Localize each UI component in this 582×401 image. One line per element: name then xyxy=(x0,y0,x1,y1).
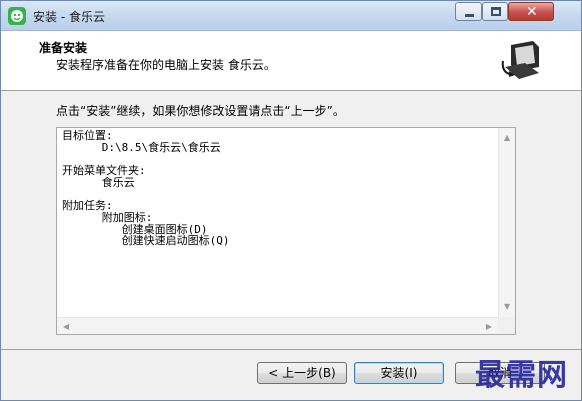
installer-window: 安装 - 食乐云 ✕ 准备安装 安装程序准备在你的电脑上安装 食乐云。 点击“安… xyxy=(0,0,582,401)
page-title: 准备安装 xyxy=(39,41,88,55)
minimize-icon xyxy=(465,14,474,17)
header-panel: 准备安装 安装程序准备在你的电脑上安装 食乐云。 xyxy=(1,31,581,91)
memo-line: 创建快速启动图标(Q) xyxy=(62,234,230,248)
memo-line: 附加图标: xyxy=(62,210,153,224)
scroll-right-icon[interactable]: ▶ xyxy=(486,323,492,331)
scroll-corner xyxy=(498,317,515,334)
close-icon: ✕ xyxy=(526,4,538,20)
install-button[interactable]: 安装(I) xyxy=(354,362,444,384)
title-bar[interactable]: 安装 - 食乐云 ✕ xyxy=(1,1,581,31)
vertical-scrollbar[interactable]: ▲ ▼ xyxy=(498,128,515,317)
window-title: 安装 - 食乐云 xyxy=(33,10,105,24)
installer-computer-icon xyxy=(500,38,546,84)
close-button[interactable]: ✕ xyxy=(508,2,554,21)
minimize-button[interactable] xyxy=(455,2,482,21)
scroll-up-icon[interactable]: ▲ xyxy=(504,134,510,142)
install-summary-text: 目标位置: D:\8.5\食乐云\食乐云 开始菜单文件夹: 食乐云 附加任务: … xyxy=(62,130,229,247)
memo-line: 食乐云 xyxy=(62,175,135,189)
memo-line: 目标位置: xyxy=(62,129,113,142)
maximize-icon xyxy=(491,7,501,16)
scroll-down-icon[interactable]: ▼ xyxy=(504,303,510,311)
back-button[interactable]: < 上一步(B) xyxy=(257,362,347,384)
page-subtitle: 安装程序准备在你的电脑上安装 食乐云。 xyxy=(56,58,276,72)
instruction-text: 点击“安装”继续，如果你想修改设置请点击“上一步”。 xyxy=(56,104,345,118)
scroll-left-icon[interactable]: ◀ xyxy=(63,323,69,331)
maximize-button[interactable] xyxy=(482,2,508,21)
site-watermark: 最需网 xyxy=(475,358,568,393)
horizontal-scrollbar[interactable]: ◀ ▶ xyxy=(57,317,498,334)
memo-line: D:\8.5\食乐云\食乐云 xyxy=(62,140,221,154)
install-summary-memo[interactable]: 目标位置: D:\8.5\食乐云\食乐云 开始菜单文件夹: 食乐云 附加任务: … xyxy=(56,127,516,335)
app-icon xyxy=(8,7,26,25)
